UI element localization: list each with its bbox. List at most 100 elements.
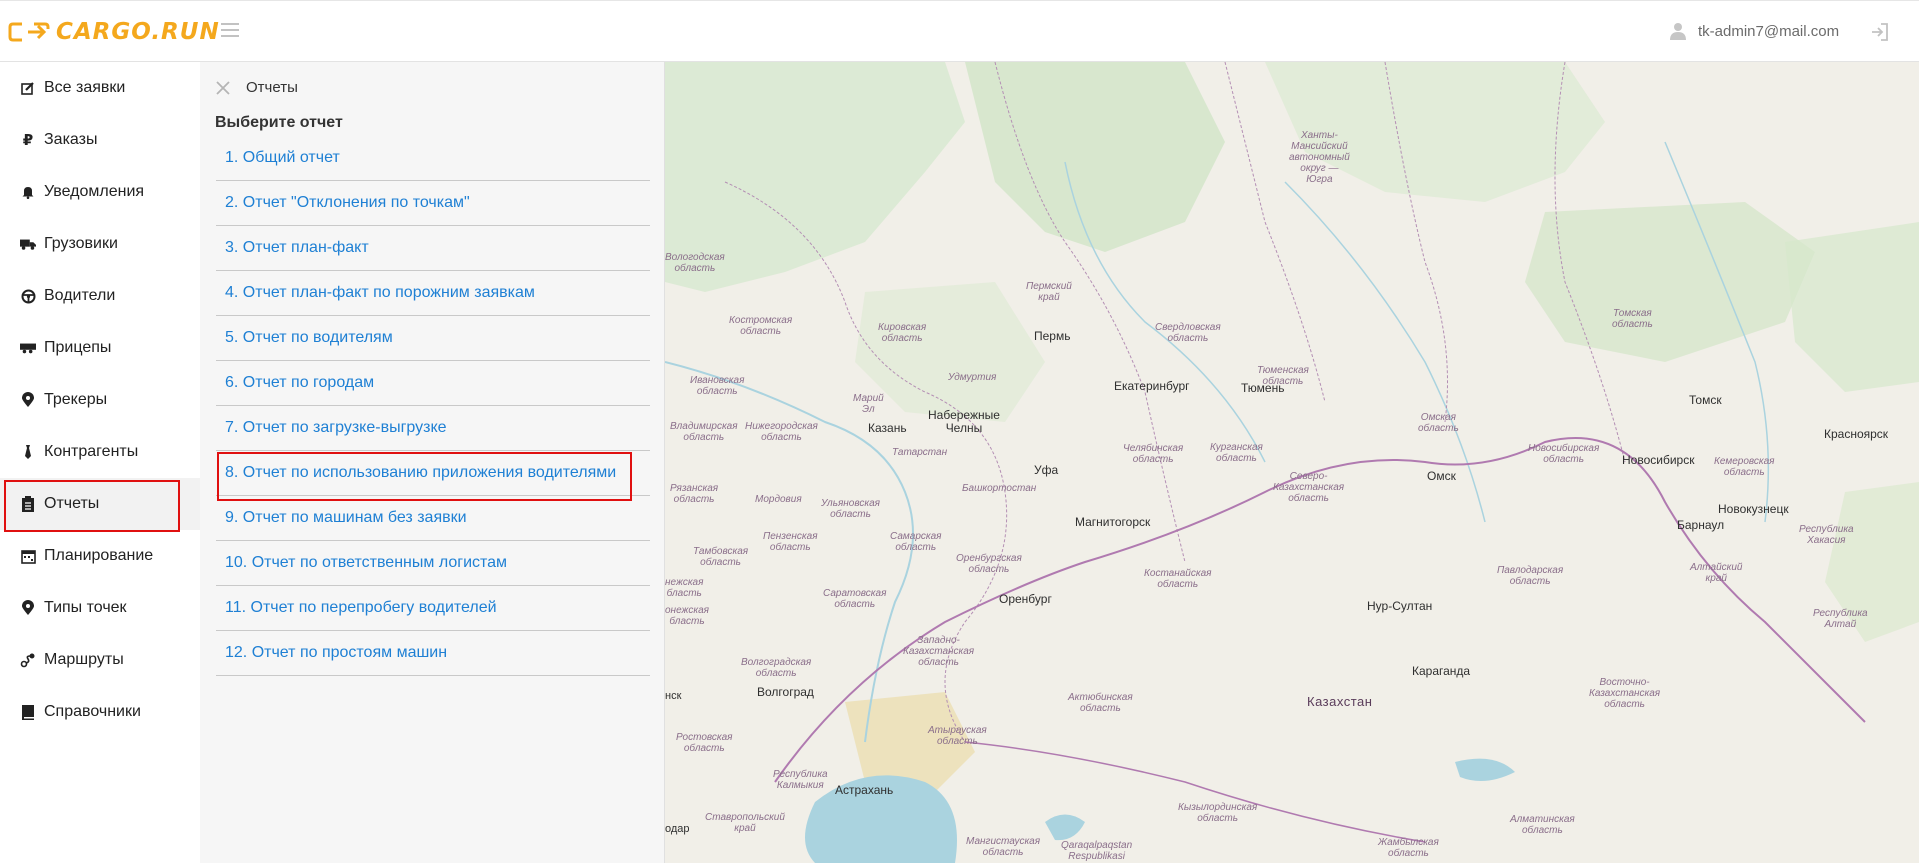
map-region-label: онежская бласть	[665, 605, 710, 627]
map-city-label: Набережные Челны	[928, 408, 1000, 435]
map-city-label: одар	[665, 823, 690, 835]
hamburger-icon[interactable]	[221, 23, 239, 39]
sidebar-item-notifications[interactable]: Уведомления	[0, 166, 200, 218]
report-item[interactable]: 1. Общий отчет	[216, 136, 650, 181]
tie-icon	[20, 444, 36, 460]
report-item[interactable]: 2. Отчет "Отклонения по точкам"	[216, 181, 650, 226]
report-item-highlighted[interactable]: 8. Отчет по использованию приложения вод…	[216, 451, 650, 501]
map-region-label: Омская область	[1418, 412, 1459, 434]
logo[interactable]: CARGO.RUN	[8, 19, 220, 45]
logo-icon	[8, 22, 50, 42]
report-link[interactable]: 9. Отчет по машинам без заявки	[225, 509, 467, 527]
report-link[interactable]: 2. Отчет "Отклонения по точкам"	[225, 194, 470, 212]
report-item[interactable]: 5. Отчет по водителям	[216, 316, 650, 361]
ruble-icon: ₽	[22, 132, 34, 149]
map-region-label: Оренбургская область	[956, 553, 1022, 575]
map-region-label: Марий Эл	[853, 393, 884, 415]
map-city-label: Караганда	[1412, 664, 1471, 678]
report-item[interactable]: 6. Отчет по городам	[216, 361, 650, 406]
map-region-label: Республика Алтай	[1813, 608, 1868, 630]
map-region-label: Западно- Казахстанская область	[903, 635, 975, 668]
logout-icon[interactable]	[1870, 22, 1890, 42]
sidebar-item-routes[interactable]: Маршруты	[0, 634, 200, 686]
map-region-label: Пензенская область	[763, 531, 818, 553]
map-region-label: Мангистауская область	[966, 836, 1041, 858]
sidebar-item-dictionaries[interactable]: Справочники	[0, 686, 200, 738]
map-region-label: Ставропольский край	[705, 812, 785, 834]
map-city-label: Пермь	[1034, 329, 1071, 343]
map-region-label: Башкортостан	[962, 483, 1037, 494]
report-link[interactable]: 12. Отчет по простоям машин	[225, 644, 447, 662]
map-country-label: Казахстан	[1307, 694, 1373, 709]
sidebar-item-drivers[interactable]: Водители	[0, 270, 200, 322]
edit-icon	[20, 80, 36, 96]
sidebar-item-all-requests[interactable]: Все заявки	[0, 62, 200, 114]
map-city-label: Нур-Султан	[1367, 599, 1433, 613]
report-item[interactable]: 3. Отчет план-факт	[216, 226, 650, 271]
map-region-label: Алматинская область	[1510, 814, 1575, 836]
sidebar-item-contractors[interactable]: Контрагенты	[0, 426, 200, 478]
sidebar-item-label: Контрагенты	[44, 443, 139, 460]
report-link[interactable]: 1. Общий отчет	[225, 149, 340, 167]
sidebar-item-label: Все заявки	[44, 79, 126, 96]
map-city-label: нск	[665, 690, 682, 702]
report-item[interactable]: 11. Отчет по перепробегу водителей	[216, 586, 650, 631]
sidebar-item-label: Прицепы	[44, 339, 112, 356]
map-region-label: Томская область	[1612, 308, 1653, 330]
sidebar-item-reports[interactable]: Отчеты	[0, 478, 200, 532]
map-region-label: Волгоградская область	[741, 657, 812, 679]
close-icon[interactable]	[216, 80, 230, 95]
map-city-label: Астрахань	[835, 783, 894, 797]
map-city-label: Уфа	[1034, 463, 1059, 477]
map-city-label: Омск	[1427, 469, 1456, 483]
panel-title: Отчеты	[246, 79, 298, 96]
map-region-label: Qaraqalpaqstan Respublikasi	[1061, 840, 1133, 862]
map-region-label: Ростовская область	[676, 732, 733, 754]
map-city-label: Красноярск	[1824, 427, 1889, 441]
report-item[interactable]: 7. Отчет по загрузке-выгрузке	[216, 406, 650, 451]
report-item[interactable]: 4. Отчет план-факт по порожним заявкам	[216, 271, 650, 316]
report-list: 1. Общий отчет 2. Отчет "Отклонения по т…	[216, 136, 650, 676]
map-pin-icon	[20, 600, 36, 616]
report-link[interactable]: 8. Отчет по использованию приложения вод…	[225, 464, 616, 482]
report-link[interactable]: 11. Отчет по перепробегу водителей	[225, 599, 497, 617]
sidebar-item-trucks[interactable]: Грузовики	[0, 218, 200, 270]
trailer-icon	[20, 340, 36, 356]
user-email: tk-admin7@mail.com	[1698, 22, 1840, 40]
user-menu[interactable]: tk-admin7@mail.com	[1668, 21, 1839, 41]
map-region-label: Мордовия	[755, 494, 802, 505]
map-city-label: Волгоград	[757, 685, 814, 699]
map-region-label: Ханты- Мансийский автономный округ — Югр…	[1289, 130, 1350, 185]
report-link[interactable]: 7. Отчет по загрузке-выгрузке	[225, 419, 447, 437]
map-region-label: Свердловская область	[1155, 322, 1221, 344]
sidebar-item-trailers[interactable]: Прицепы	[0, 322, 200, 374]
sidebar-item-label: Маршруты	[44, 651, 124, 668]
report-link[interactable]: 6. Отчет по городам	[225, 374, 374, 392]
map-view[interactable]: Пермь Екатеринбург Тюмень Казань Набереж…	[665, 62, 1919, 863]
map-city-label: Барнаул	[1677, 518, 1725, 532]
report-item[interactable]: 10. Отчет по ответственным логистам	[216, 541, 650, 586]
sidebar-item-point-types[interactable]: Типы точек	[0, 582, 200, 634]
report-item[interactable]: 9. Отчет по машинам без заявки	[216, 496, 650, 541]
map-city-label: Томск	[1689, 393, 1722, 407]
map-region-label: Северо- Казахстанская область	[1273, 471, 1345, 504]
report-item[interactable]: 12. Отчет по простоям машин	[216, 631, 650, 676]
top-header: CARGO.RUN tk-admin7@mail.com	[0, 0, 1919, 62]
map-region-label: Костанайская область	[1144, 568, 1212, 590]
map-region-label: Вологодская область	[665, 252, 725, 274]
map-region-label: Атырауская область	[928, 725, 987, 747]
sidebar-item-label: Уведомления	[44, 183, 145, 200]
sidebar-item-planning[interactable]: Планирование	[0, 530, 200, 582]
sidebar-item-orders[interactable]: ₽ Заказы	[0, 114, 200, 166]
map-region-label: Кемеровская область	[1714, 456, 1775, 478]
map-city-label: Магнитогорск	[1075, 515, 1151, 529]
user-icon	[1670, 23, 1686, 40]
sidebar-item-label: Заказы	[44, 131, 98, 148]
bell-icon	[20, 184, 36, 200]
report-link[interactable]: 3. Отчет план-факт	[225, 239, 369, 257]
report-link[interactable]: 10. Отчет по ответственным логистам	[225, 554, 507, 572]
sidebar-item-trackers[interactable]: Трекеры	[0, 374, 200, 426]
report-link[interactable]: 4. Отчет план-факт по порожним заявкам	[225, 284, 535, 302]
map-region-label: Самарская область	[890, 531, 942, 553]
report-link[interactable]: 5. Отчет по водителям	[225, 329, 393, 347]
